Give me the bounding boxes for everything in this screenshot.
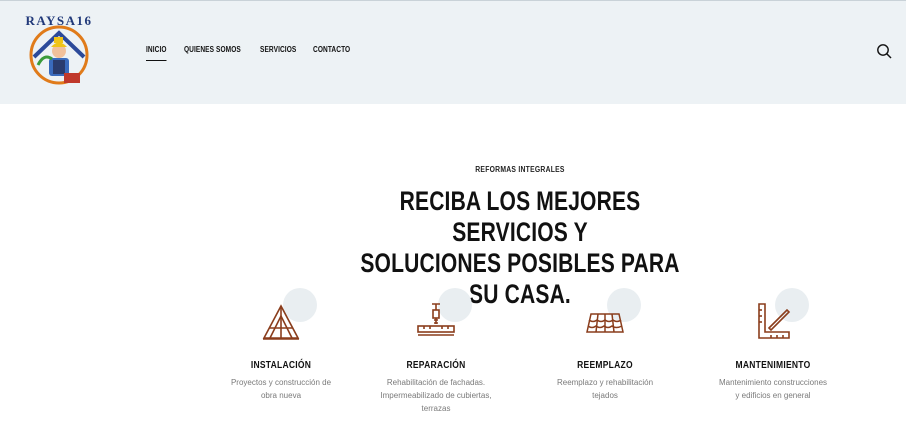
desc-line: Rehabilitación de fachadas.	[386, 378, 486, 387]
ruler-square-icon	[758, 303, 791, 339]
desc-line: obra nueva	[260, 391, 302, 400]
service-title: REEMPLAZO	[577, 360, 633, 371]
service-description: Proyectos y construcción de obra nueva	[211, 376, 351, 402]
hero-title-line-1: RECIBA LOS MEJORES SERVICIOS Y	[399, 186, 641, 247]
main-nav: INICIO QUIENES SOMOS SERVICIOS CONTACTO	[146, 45, 374, 61]
service-mantenimiento[interactable]: MANTENIMIENTO Mantenimiento construccion…	[703, 288, 843, 402]
roof-frame-icon	[262, 304, 300, 340]
search-icon[interactable]	[876, 43, 892, 59]
logo-text: RAYSA16	[25, 13, 93, 28]
service-title: INSTALACIÓN	[250, 360, 312, 371]
hero-eyebrow: REFORMAS INTEGRALES	[475, 165, 565, 174]
service-description: Reemplazo y rehabilitación tejados	[535, 376, 675, 402]
desc-line: Proyectos y construcción de	[230, 378, 332, 387]
service-instalacion[interactable]: INSTALACIÓN Proyectos y construcción de …	[211, 288, 351, 402]
service-title: REPARACIÓN	[406, 360, 466, 371]
desc-line: terrazas	[421, 404, 451, 413]
service-description: Rehabilitación de fachadas. Impermeabili…	[366, 376, 506, 415]
nav-inicio[interactable]: INICIO	[146, 45, 167, 61]
desc-line: y edificios en general	[735, 391, 811, 400]
site-logo[interactable]: RAYSA16	[24, 13, 94, 89]
site-header: RAYSA16 INICIO QUIENES SOMOS SERVICIOS C…	[0, 0, 906, 104]
desc-line: Reemplazo y rehabilitación	[556, 378, 654, 387]
desc-line: tejados	[592, 391, 618, 400]
service-description: Mantenimiento construcciones y edificios…	[703, 376, 843, 402]
service-reemplazo[interactable]: REEMPLAZO Reemplazo y rehabilitación tej…	[535, 288, 675, 402]
nav-contacto[interactable]: CONTACTO	[313, 45, 350, 61]
roof-tiles-icon	[586, 313, 624, 333]
service-reparacion[interactable]: REPARACIÓN Rehabilitación de fachadas. I…	[366, 288, 506, 415]
service-title: MANTENIMIENTO	[735, 360, 811, 371]
nav-quienes-somos[interactable]: QUIENES SOMOS	[184, 45, 241, 61]
desc-line: Impermeabilizado de cubiertas,	[380, 391, 492, 400]
desc-line: Mantenimiento construcciones	[718, 378, 828, 387]
nav-servicios[interactable]: SERVICIOS	[260, 45, 296, 61]
drill-level-icon	[417, 303, 455, 336]
